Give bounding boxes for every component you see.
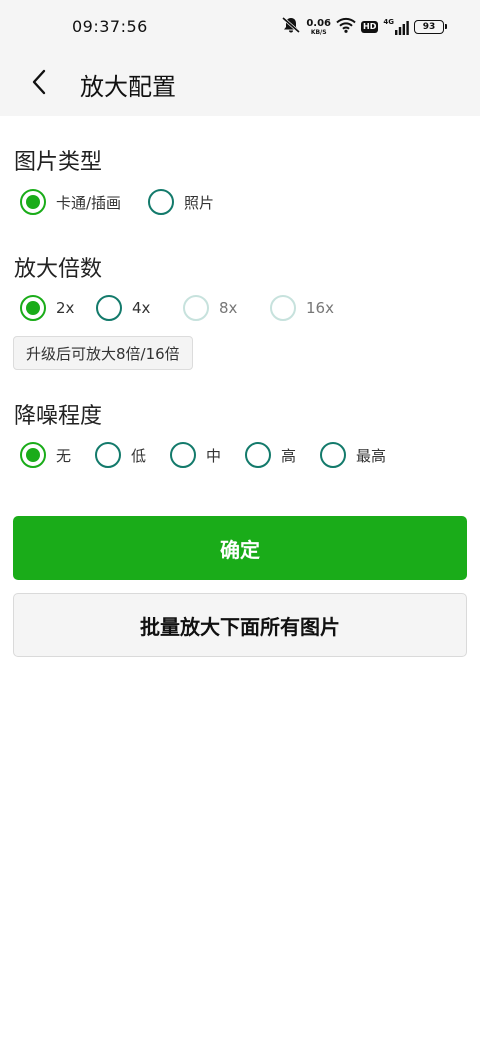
battery-icon: 93 <box>414 20 447 34</box>
back-button[interactable] <box>22 62 56 102</box>
radio-unchecked-icon[interactable] <box>170 442 196 468</box>
mute-bell-icon <box>281 16 301 38</box>
radio-unchecked-icon[interactable] <box>96 295 122 321</box>
chevron-left-icon <box>32 69 46 95</box>
radio-checked-icon[interactable] <box>20 442 46 468</box>
radio-checked-icon[interactable] <box>20 189 46 215</box>
image-type-title: 图片类型 <box>14 150 103 175</box>
status-icons: 0.06 KB/S HD 4G 93 <box>281 16 447 38</box>
upgrade-hint-button[interactable]: 升级后可放大8倍/16倍 <box>13 336 193 370</box>
scale-radio-group: 2x 4x 8x 16x <box>20 293 334 323</box>
net-speed: 0.06 KB/S <box>306 17 332 36</box>
radio-unchecked-icon[interactable] <box>95 442 121 468</box>
scale-option-8x[interactable]: 8x <box>183 295 270 321</box>
status-bar: 09:37:56 0.06 KB/S HD 4G 93 <box>0 0 480 54</box>
radio-disabled-icon[interactable] <box>270 295 296 321</box>
denoise-option-low[interactable]: 低 <box>95 442 170 468</box>
radio-unchecked-icon[interactable] <box>320 442 346 468</box>
denoise-radio-group: 无 低 中 高 最高 <box>20 440 386 470</box>
page-title: 放大配置 <box>80 73 176 101</box>
denoise-option-none[interactable]: 无 <box>20 442 95 468</box>
image-type-option-photo[interactable]: 照片 <box>148 189 214 215</box>
confirm-button[interactable]: 确定 <box>13 516 467 580</box>
radio-unchecked-icon[interactable] <box>148 189 174 215</box>
image-type-option-cartoon[interactable]: 卡通/插画 <box>20 189 148 215</box>
denoise-option-medium[interactable]: 中 <box>170 442 245 468</box>
battery-level: 93 <box>422 22 436 32</box>
radio-checked-icon[interactable] <box>20 295 46 321</box>
scale-title: 放大倍数 <box>14 257 103 282</box>
signal-4g-icon: 4G <box>383 19 409 35</box>
denoise-title: 降噪程度 <box>14 404 103 429</box>
status-time: 09:37:56 <box>72 17 148 36</box>
app-bar: 放大配置 <box>0 54 480 116</box>
denoise-option-highest[interactable]: 最高 <box>320 442 386 468</box>
hd-icon: HD <box>361 21 379 33</box>
wifi-icon <box>336 17 356 37</box>
scale-option-4x[interactable]: 4x <box>96 295 183 321</box>
batch-upscale-button[interactable]: 批量放大下面所有图片 <box>13 593 467 657</box>
radio-unchecked-icon[interactable] <box>245 442 271 468</box>
image-type-radio-group: 卡通/插画 照片 <box>20 187 214 217</box>
scale-option-2x[interactable]: 2x <box>20 295 96 321</box>
scale-option-16x[interactable]: 16x <box>270 295 334 321</box>
radio-disabled-icon[interactable] <box>183 295 209 321</box>
denoise-option-high[interactable]: 高 <box>245 442 320 468</box>
